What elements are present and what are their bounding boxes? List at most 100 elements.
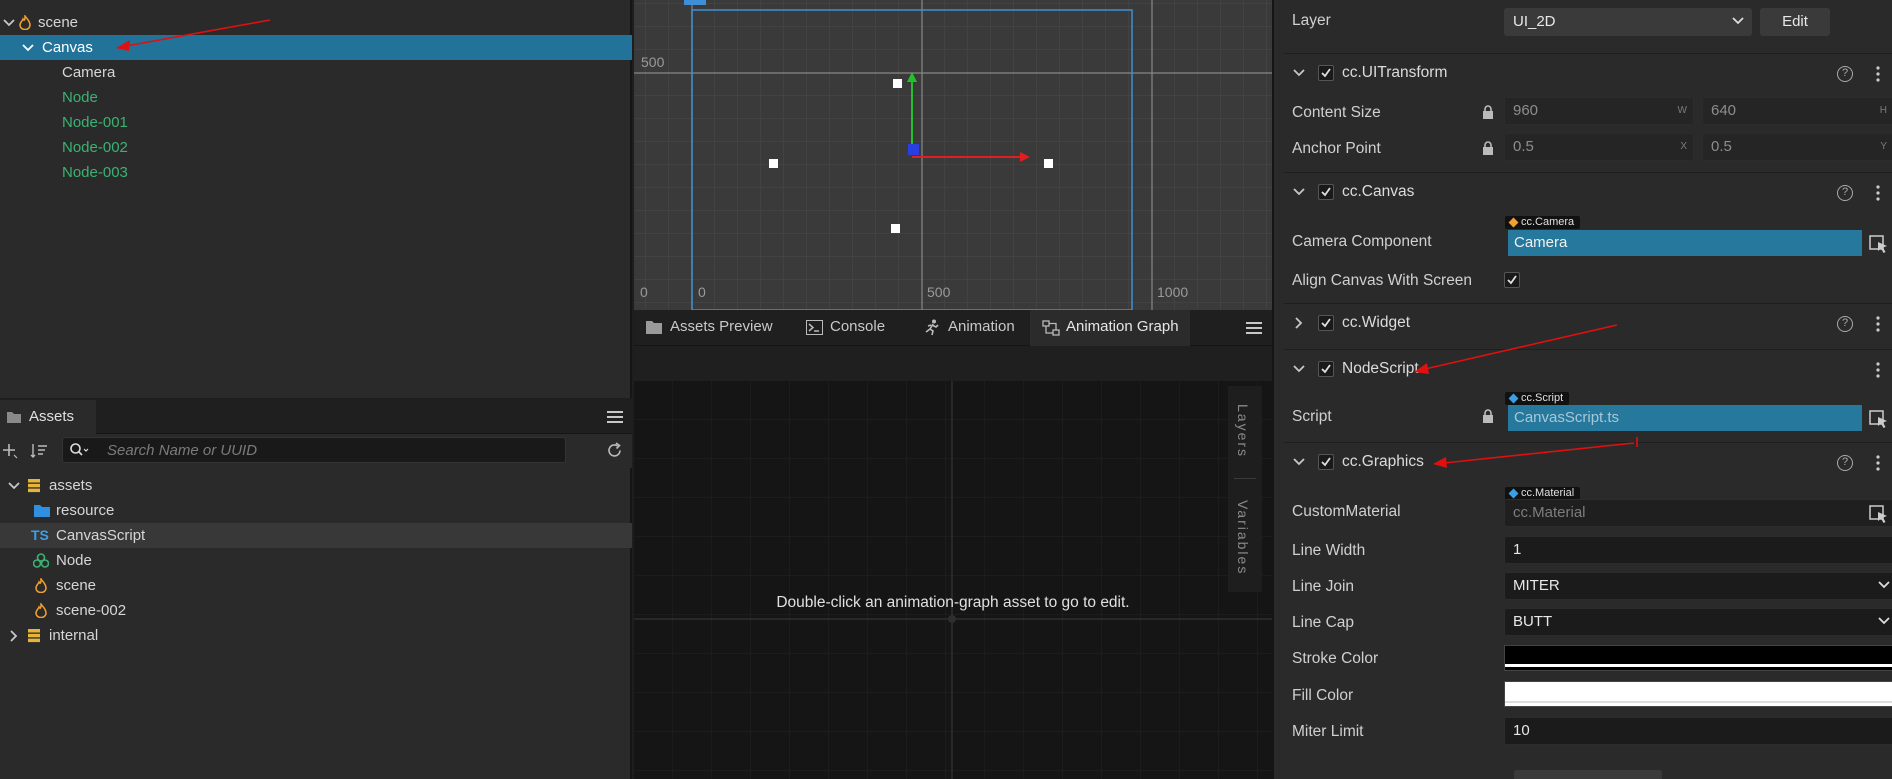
chevron-down-icon[interactable]: [1292, 456, 1306, 468]
more-icon[interactable]: [1876, 362, 1880, 378]
lock-icon[interactable]: [1482, 141, 1494, 155]
animation-graph-canvas[interactable]: [634, 381, 1272, 779]
node-handle[interactable]: [769, 159, 778, 168]
axis-label-x-0-left: 0: [640, 284, 648, 300]
help-icon[interactable]: ?: [1837, 455, 1853, 471]
enabled-checkbox[interactable]: [1318, 315, 1334, 331]
tab-console[interactable]: Console: [794, 310, 909, 346]
tab-assets-preview[interactable]: Assets Preview: [634, 310, 792, 346]
tree-item-node-003[interactable]: Node-003: [0, 160, 632, 185]
tree-item-node-002[interactable]: Node-002: [0, 135, 632, 160]
more-icon[interactable]: [1876, 455, 1880, 471]
tree-item-node-001[interactable]: Node-001: [0, 110, 632, 135]
pick-target-icon[interactable]: [1868, 503, 1890, 525]
search-input[interactable]: Search Name or UUID: [62, 437, 566, 463]
more-icon[interactable]: [1876, 66, 1880, 82]
asset-item-canvasscript[interactable]: TS CanvasScript: [0, 523, 632, 548]
scene-view[interactable]: 500 0 0 500 1000: [634, 0, 1272, 310]
component-header-widget[interactable]: cc.Widget ?: [1284, 303, 1892, 343]
component-header-graphics[interactable]: cc.Graphics ?: [1284, 442, 1892, 482]
chevron-right-icon[interactable]: [1292, 317, 1306, 329]
chevron-down-icon[interactable]: [1292, 67, 1306, 79]
height-value: 640: [1711, 102, 1737, 119]
lock-icon[interactable]: [1482, 409, 1494, 423]
anchor-x-input[interactable]: 0.5 X: [1504, 133, 1694, 161]
tab-layers[interactable]: Layers: [1235, 404, 1251, 458]
component-header-nodescript[interactable]: NodeScript: [1284, 349, 1892, 389]
assets-panel: Assets Search Name or UUID assets resour…: [0, 400, 632, 779]
help-icon[interactable]: ?: [1837, 185, 1853, 201]
anchor-y-input[interactable]: 0.5 Y: [1702, 133, 1892, 161]
menu-icon[interactable]: [607, 410, 623, 424]
chevron-down-icon[interactable]: [1292, 363, 1306, 375]
camera-asset-field[interactable]: Camera: [1508, 230, 1862, 256]
move-gizmo[interactable]: [904, 72, 1034, 162]
component-header-uitransform[interactable]: cc.UITransform ?: [1284, 53, 1892, 93]
enabled-checkbox[interactable]: [1318, 454, 1334, 470]
add-component-button[interactable]: [1514, 770, 1662, 779]
layer-select[interactable]: UI_2D: [1504, 8, 1752, 36]
chevron-down-icon[interactable]: [1292, 186, 1306, 198]
lock-icon[interactable]: [1482, 105, 1494, 119]
anchor-y-suffix: Y: [1880, 141, 1887, 152]
tree-item-node[interactable]: Node: [0, 85, 632, 110]
chevron-down-icon: [1732, 17, 1744, 25]
sort-icon[interactable]: [30, 443, 48, 459]
asset-item-internal[interactable]: internal: [0, 623, 632, 648]
axis-label-x-0: 0: [698, 284, 706, 300]
layer-edit-button[interactable]: Edit: [1760, 8, 1830, 36]
anchor-x-value: 0.5: [1513, 138, 1534, 155]
line-width-input[interactable]: 1: [1504, 536, 1892, 564]
material-asset-field[interactable]: cc.Material: [1504, 499, 1892, 527]
search-icon[interactable]: [69, 442, 91, 458]
anchor-x-suffix: X: [1680, 141, 1687, 152]
tree-item-scene[interactable]: scene: [0, 10, 632, 35]
tab-assets[interactable]: Assets: [0, 400, 96, 434]
asset-item-label: CanvasScript: [56, 527, 146, 544]
pick-target-icon[interactable]: [1868, 233, 1890, 255]
help-icon[interactable]: ?: [1837, 316, 1853, 332]
align-canvas-checkbox[interactable]: [1504, 272, 1520, 288]
tab-variables[interactable]: Variables: [1235, 500, 1251, 575]
stroke-color-swatch[interactable]: [1504, 645, 1892, 671]
line-cap-select[interactable]: BUTT: [1504, 608, 1892, 636]
chevron-down-icon[interactable]: [21, 41, 35, 55]
check-icon: [1321, 318, 1331, 328]
script-type-dot: [1508, 393, 1519, 404]
height-input[interactable]: 640 H: [1702, 97, 1892, 125]
chevron-down-icon[interactable]: [7, 479, 21, 493]
node-handle[interactable]: [893, 79, 902, 88]
refresh-icon[interactable]: [606, 442, 623, 459]
tree-item-camera[interactable]: Camera: [0, 60, 632, 85]
tree-item-canvas[interactable]: Canvas: [0, 35, 632, 60]
more-icon[interactable]: [1876, 185, 1880, 201]
enabled-checkbox[interactable]: [1318, 361, 1334, 377]
script-label: Script: [1292, 408, 1332, 425]
enabled-checkbox[interactable]: [1318, 184, 1334, 200]
node-handle[interactable]: [891, 224, 900, 233]
fill-color-swatch[interactable]: [1504, 681, 1892, 707]
node-handle[interactable]: [1044, 159, 1053, 168]
more-icon[interactable]: [1876, 316, 1880, 332]
asset-item-resource[interactable]: resource: [0, 498, 632, 523]
asset-item-assets[interactable]: assets: [0, 473, 632, 498]
pick-target-icon[interactable]: [1868, 408, 1890, 430]
asset-item-scene[interactable]: scene: [0, 573, 632, 598]
width-input[interactable]: 960 W: [1504, 97, 1694, 125]
component-header-canvas[interactable]: cc.Canvas ?: [1284, 172, 1892, 212]
script-asset-field[interactable]: CanvasScript.ts: [1508, 405, 1862, 431]
add-icon[interactable]: [2, 443, 18, 459]
enabled-checkbox[interactable]: [1318, 65, 1334, 81]
chevron-down-icon[interactable]: [2, 16, 16, 30]
menu-icon[interactable]: [1246, 321, 1262, 335]
asset-item-node[interactable]: Node: [0, 548, 632, 573]
tab-animation-graph[interactable]: Animation Graph: [1030, 310, 1190, 346]
help-icon[interactable]: ?: [1837, 66, 1853, 82]
chevron-right-icon[interactable]: [7, 629, 21, 643]
miter-limit-input[interactable]: 10: [1504, 717, 1892, 745]
prefab-icon: [33, 553, 49, 568]
asset-item-scene-002[interactable]: scene-002: [0, 598, 632, 623]
folder-icon: [34, 505, 50, 517]
tab-animation[interactable]: Animation: [912, 310, 1028, 346]
line-join-select[interactable]: MITER: [1504, 572, 1892, 600]
